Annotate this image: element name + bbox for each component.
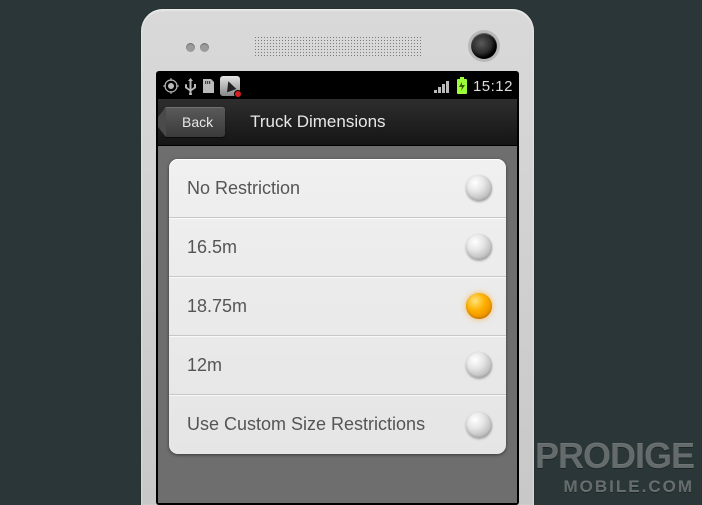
signal-icon bbox=[433, 79, 451, 94]
radio-icon bbox=[466, 175, 492, 201]
radio-icon-selected bbox=[466, 293, 492, 319]
status-clock: 15:12 bbox=[473, 78, 513, 95]
watermark: PRODIGE MOBILE.COM bbox=[535, 441, 694, 494]
usb-icon bbox=[184, 77, 197, 95]
phone-device-frame: 15:12 Back Truck Dimensions No Restricti… bbox=[141, 9, 534, 505]
watermark-line1: PRODIGE bbox=[535, 441, 694, 472]
option-16-5m[interactable]: 16.5m bbox=[169, 218, 506, 277]
option-12m[interactable]: 12m bbox=[169, 336, 506, 395]
option-label: Use Custom Size Restrictions bbox=[187, 414, 425, 435]
screen: 15:12 Back Truck Dimensions No Restricti… bbox=[158, 73, 517, 503]
phone-top-hardware bbox=[156, 23, 519, 71]
max-width-label: Max Width bbox=[328, 464, 404, 482]
sd-card-icon bbox=[201, 77, 216, 95]
radio-icon bbox=[466, 352, 492, 378]
radio-icon bbox=[466, 412, 492, 438]
page-title: Truck Dimensions bbox=[250, 112, 385, 132]
gps-icon bbox=[162, 77, 180, 95]
option-label: 18.75m bbox=[187, 296, 247, 317]
options-list: No Restriction 16.5m 18.75m 12m bbox=[169, 159, 506, 454]
option-18-75m[interactable]: 18.75m bbox=[169, 277, 506, 336]
back-button-label: Back bbox=[182, 114, 213, 130]
option-label: No Restriction bbox=[187, 178, 300, 199]
option-label: 12m bbox=[187, 355, 222, 376]
option-custom[interactable]: Use Custom Size Restrictions bbox=[169, 395, 506, 454]
option-no-restriction[interactable]: No Restriction bbox=[169, 159, 506, 218]
battery-icon bbox=[456, 77, 468, 95]
front-camera bbox=[471, 33, 497, 59]
speaker-grille bbox=[254, 36, 422, 58]
footer-labels: Max Height Max Width bbox=[169, 454, 506, 482]
screen-bezel: 15:12 Back Truck Dimensions No Restricti… bbox=[156, 71, 519, 505]
navigation-app-icon bbox=[220, 76, 240, 96]
content-area: No Restriction 16.5m 18.75m 12m bbox=[158, 146, 517, 482]
radio-icon bbox=[466, 234, 492, 260]
watermark-line2: MOBILE.COM bbox=[564, 477, 695, 496]
sensor-dots bbox=[186, 43, 209, 52]
back-button[interactable]: Back bbox=[164, 107, 225, 137]
option-label: 16.5m bbox=[187, 237, 237, 258]
status-bar: 15:12 bbox=[158, 73, 517, 99]
max-height-label: Max Height bbox=[187, 464, 268, 482]
title-bar: Back Truck Dimensions bbox=[158, 99, 517, 146]
